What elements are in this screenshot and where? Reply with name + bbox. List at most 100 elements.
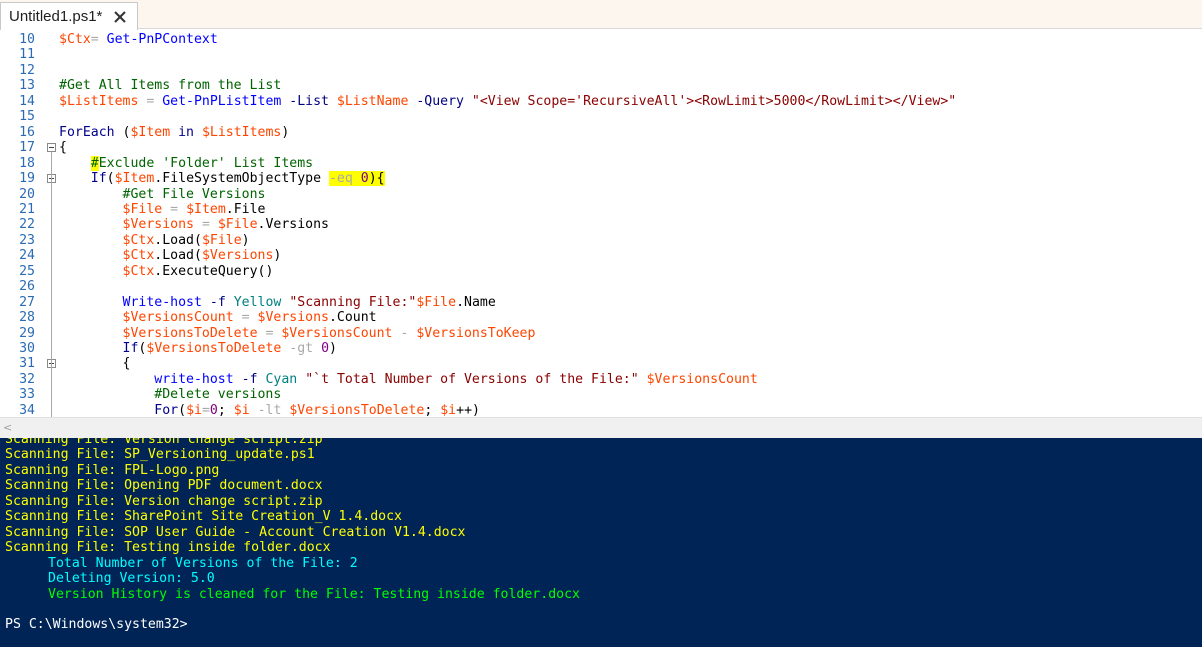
- console-line: Scanning File: Testing inside folder.doc…: [5, 540, 331, 556]
- code-token: $File: [416, 294, 457, 310]
- code-token: =: [257, 325, 282, 341]
- code-line[interactable]: 31 {: [0, 356, 1202, 371]
- code-token: =: [201, 402, 210, 417]
- line-number: 16: [19, 124, 35, 140]
- code-text: #Exclude 'Folder' List Items: [59, 155, 313, 171]
- code-line[interactable]: 29 $VersionsToDelete = $VersionsCount - …: [0, 326, 1202, 341]
- code-line[interactable]: 17 {: [0, 140, 1202, 155]
- code-line[interactable]: 32 write-host -f Cyan "`t Total Number o…: [0, 372, 1202, 387]
- line-number: 24: [19, 248, 35, 264]
- code-line[interactable]: 13 #Get All Items from the List: [0, 78, 1202, 93]
- line-number: 18: [19, 155, 35, 171]
- code-text: $ListItems = Get-PnPListItem -List $List…: [59, 94, 956, 109]
- tab-untitled1[interactable]: Untitled1.ps1*: [0, 2, 138, 30]
- code-line[interactable]: 26: [0, 279, 1202, 294]
- code-line[interactable]: 30 If($VersionsToDelete -gt 0): [0, 341, 1202, 356]
- code-line[interactable]: 19 If($Item.FileSystemObjectType -eq 0){: [0, 171, 1202, 187]
- scroll-left-icon[interactable]: <: [3, 421, 12, 434]
- code-token: .Versions: [257, 217, 329, 233]
- code-token: (: [106, 171, 115, 187]
- code-line[interactable]: 28 $VersionsCount = $Versions.Count: [0, 310, 1202, 325]
- code-token: -lt: [249, 402, 282, 417]
- code-line[interactable]: 33 #Delete versions: [0, 387, 1202, 402]
- code-text: $Ctx.Load($File): [59, 233, 250, 248]
- line-number: 27: [19, 294, 35, 310]
- console-line: Total Number of Versions of the File: 2: [48, 555, 358, 571]
- close-icon[interactable]: [111, 8, 129, 26]
- code-line[interactable]: 10 $Ctx= Get-PnPContext: [0, 32, 1202, 47]
- line-number: 30: [19, 341, 35, 356]
- line-number: 10: [19, 32, 35, 47]
- code-token: =: [162, 201, 187, 217]
- console-line: Deleting Version: 5.0: [48, 571, 215, 587]
- code-token: "<View Scope='RecursiveAll'><RowLimit>50…: [471, 93, 957, 109]
- code-token: =: [90, 32, 107, 47]
- code-line[interactable]: 18 #Exclude 'Folder' List Items: [0, 155, 1202, 171]
- code-line[interactable]: 22 $Versions = $File.Versions: [0, 217, 1202, 232]
- code-line[interactable]: 14 $ListItems = Get-PnPListItem -List $Li…: [0, 94, 1202, 109]
- code-line[interactable]: 15: [0, 109, 1202, 124]
- code-text: If($Item.FileSystemObjectType -eq 0){: [59, 171, 385, 187]
- code-line[interactable]: 25 $Ctx.ExecuteQuery(): [0, 264, 1202, 279]
- code-text: $Ctx= Get-PnPContext: [59, 32, 218, 47]
- code-token: $Versions: [122, 217, 194, 233]
- script-editor[interactable]: 10 $Ctx= Get-PnPContext 11 12 13 #Get All Ite…: [0, 30, 1202, 417]
- code-token: $ListItems: [59, 93, 139, 109]
- code-token: (: [114, 124, 131, 140]
- code-line[interactable]: 23 $Ctx.Load($File): [0, 233, 1202, 248]
- code-token: #Get File Versions: [122, 186, 266, 202]
- code-line[interactable]: 34 For($i=0; $i -lt $VersionsToDelete; $…: [0, 403, 1202, 417]
- code-text: {: [59, 356, 131, 371]
- code-text: #Delete versions: [59, 387, 281, 402]
- code-line[interactable]: 12: [0, 63, 1202, 78]
- code-token: -gt: [281, 341, 314, 356]
- line-number: 32: [19, 371, 35, 387]
- code-token: =: [194, 217, 218, 233]
- horizontal-scrollbar[interactable]: <: [0, 417, 1202, 438]
- code-token: $i: [233, 402, 250, 417]
- code-line[interactable]: 11: [0, 47, 1202, 62]
- code-line[interactable]: 21 $File = $Item.File: [0, 202, 1202, 217]
- tab-title: Untitled1.ps1*: [9, 8, 103, 25]
- code-token: $ListName: [336, 93, 409, 109]
- console-line: Scanning File: FPL-Logo.png: [5, 462, 220, 478]
- code-line[interactable]: 24 $Ctx.Load($Versions): [0, 248, 1202, 263]
- code-token: ): [273, 248, 282, 264]
- console-pane[interactable]: Scanning File: Version change script.zip…: [0, 438, 1202, 647]
- code-line[interactable]: 16 ForEach ($Item in $ListItems): [0, 125, 1202, 140]
- code-text: {: [59, 140, 67, 155]
- code-line[interactable]: 27 Write-host -f Yellow "Scanning File:"…: [0, 295, 1202, 310]
- code-text: $Ctx.Load($Versions): [59, 248, 282, 264]
- code-token: .Load(: [154, 232, 202, 248]
- code-line[interactable]: 20 #Get File Versions: [0, 187, 1202, 202]
- collapse-icon[interactable]: [47, 143, 56, 153]
- code-token: ;: [217, 402, 234, 417]
- console-line: Scanning File: SP_Versioning_update.ps1: [5, 447, 315, 463]
- console-line: PS C:\Windows\system32>: [5, 617, 188, 633]
- code-token: .Load(: [154, 248, 202, 264]
- code-token: Cyan: [265, 371, 298, 387]
- code-token: $VersionsToKeep: [416, 325, 536, 341]
- code-token: $Item: [114, 171, 155, 187]
- code-token: -: [392, 325, 417, 341]
- code-text: $File = $Item.File: [59, 201, 266, 217]
- code-token: .FileSystemObjectType: [154, 171, 329, 187]
- code-text: $Versions = $File.Versions: [59, 217, 329, 232]
- code-token: $VersionsCount: [646, 371, 758, 387]
- code-token: =: [138, 93, 163, 109]
- line-number: 11: [19, 47, 35, 63]
- code-text: #Get All Items from the List: [59, 78, 281, 93]
- code-token: If: [90, 171, 107, 187]
- code-text: write-host -f Cyan "`t Total Number of V…: [59, 371, 758, 387]
- code-text: Write-host -f Yellow "Scanning File:"$Fi…: [59, 295, 496, 310]
- code-token: (: [178, 402, 187, 417]
